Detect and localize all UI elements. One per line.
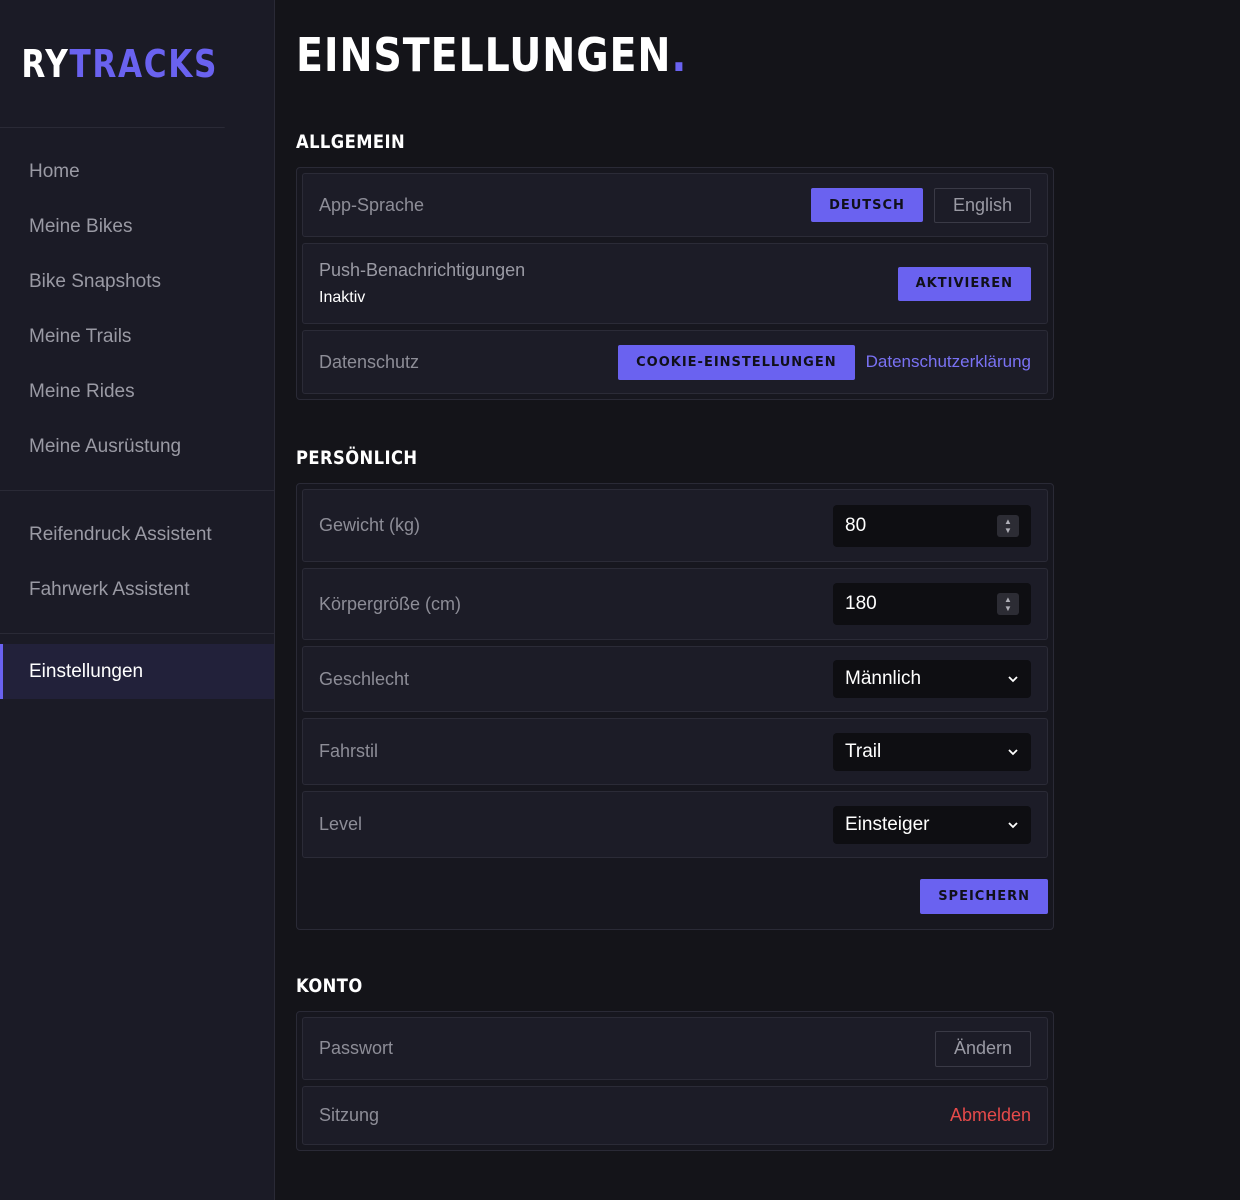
cookie-settings-button[interactable]: COOKIE-EINSTELLUNGEN [618, 344, 855, 380]
sidebar: RY TRACKS Home Meine Bikes Bike Snapshots… [0, 0, 275, 1200]
nav-item-suspension-assistant[interactable]: Fahrwerk Assistent [0, 562, 274, 617]
page-title: EINSTELLUNGEN. [296, 28, 687, 82]
chevron-down-icon [1008, 821, 1018, 828]
gender-label: Geschlecht [319, 668, 410, 689]
change-password-button[interactable]: Ändern [934, 1030, 1031, 1067]
language-deutsch-button[interactable]: DEUTSCH [811, 188, 923, 222]
main-content: EINSTELLUNGEN. ALLGEMEIN App-Sprache DEU… [275, 0, 1240, 1200]
height-stepper-icon[interactable]: ▲ ▼ [997, 593, 1019, 615]
save-button[interactable]: SPEICHERN [920, 879, 1048, 914]
push-label: Push-Benachrichtigungen [319, 260, 526, 280]
height-input[interactable]: 180 ▲ ▼ [833, 583, 1031, 625]
level-value: Einsteiger [845, 813, 930, 835]
logout-button[interactable]: Abmelden [950, 1105, 1031, 1126]
nav-item-tire-pressure-assistant[interactable]: Reifendruck Assistent [0, 507, 274, 562]
weight-value: 80 [845, 514, 867, 536]
riding-style-row: Fahrstil Trail [302, 718, 1048, 785]
logo-part-2: TRACKS [69, 41, 219, 86]
level-select[interactable]: Einsteiger [833, 805, 1031, 844]
language-english-button[interactable]: English [933, 187, 1031, 223]
language-row: App-Sprache DEUTSCH English [302, 173, 1048, 237]
weight-label: Gewicht (kg) [319, 515, 421, 535]
privacy-label: Datenschutz [319, 351, 420, 372]
activate-push-button[interactable]: AKTIVIEREN [897, 266, 1031, 301]
nav-item-settings[interactable]: Einstellungen [0, 644, 274, 699]
session-row: Sitzung Abmelden [302, 1086, 1048, 1145]
save-area: SPEICHERN [302, 864, 1048, 924]
app-logo[interactable]: RY TRACKS [0, 0, 225, 128]
privacy-row: Datenschutz COOKIE-EINSTELLUNGEN Datensc… [302, 330, 1048, 394]
nav-group-settings: Einstellungen [0, 634, 274, 715]
riding-style-label: Fahrstil [319, 741, 379, 761]
password-label: Passwort [319, 1038, 394, 1058]
chevron-down-icon [1008, 676, 1018, 683]
nav-group-assistants: Reifendruck Assistent Fahrwerk Assistent [0, 491, 274, 634]
nav-item-home[interactable]: Home [0, 144, 274, 199]
nav-item-my-gear[interactable]: Meine Ausrüstung [0, 419, 274, 474]
height-value: 180 [845, 593, 877, 614]
gender-value: Männlich [845, 668, 922, 689]
push-status: Inaktiv [319, 289, 366, 306]
privacy-policy-link[interactable]: Datenschutzerklärung [866, 352, 1031, 372]
level-row: Level Einsteiger [302, 791, 1048, 858]
chevron-down-icon [1008, 748, 1018, 755]
nav-group-main: Home Meine Bikes Bike Snapshots Meine Tr… [0, 128, 274, 491]
weight-input[interactable]: 80 ▲ ▼ [833, 504, 1031, 547]
weight-row: Gewicht (kg) 80 ▲ ▼ [302, 489, 1048, 562]
page-title-text: EINSTELLUNGEN [296, 28, 672, 82]
nav-item-my-bikes[interactable]: Meine Bikes [0, 199, 274, 254]
weight-stepper-icon[interactable]: ▲ ▼ [997, 514, 1019, 537]
gender-row: Geschlecht Männlich [302, 646, 1048, 712]
section-title-general: ALLGEMEIN [296, 131, 406, 153]
height-row: Körpergröße (cm) 180 ▲ ▼ [302, 568, 1048, 640]
nav-item-bike-snapshots[interactable]: Bike Snapshots [0, 254, 274, 309]
nav-item-my-trails[interactable]: Meine Trails [0, 309, 274, 364]
height-label: Körpergröße (cm) [319, 593, 462, 614]
account-settings-card: Passwort Ändern Sitzung Abmelden [296, 1011, 1054, 1151]
language-label: App-Sprache [319, 194, 425, 215]
section-title-personal: PERSÖNLICH [296, 447, 418, 469]
general-settings-card: App-Sprache DEUTSCH English Push-Benachr… [296, 167, 1054, 400]
riding-style-value: Trail [845, 740, 882, 762]
personal-settings-card: Gewicht (kg) 80 ▲ ▼ Körpergröße (cm) 180 … [296, 483, 1054, 930]
nav-item-my-rides[interactable]: Meine Rides [0, 364, 274, 419]
level-label: Level [319, 814, 363, 834]
gender-select[interactable]: Männlich [833, 660, 1031, 698]
riding-style-select[interactable]: Trail [833, 732, 1031, 771]
page-title-dot: . [671, 28, 688, 82]
password-row: Passwort Ändern [302, 1017, 1048, 1080]
session-label: Sitzung [319, 1105, 380, 1125]
push-notifications-row: Push-Benachrichtigungen Inaktiv AKTIVIER… [302, 243, 1048, 324]
section-title-account: KONTO [296, 975, 363, 997]
logo-part-1: RY [21, 41, 70, 86]
